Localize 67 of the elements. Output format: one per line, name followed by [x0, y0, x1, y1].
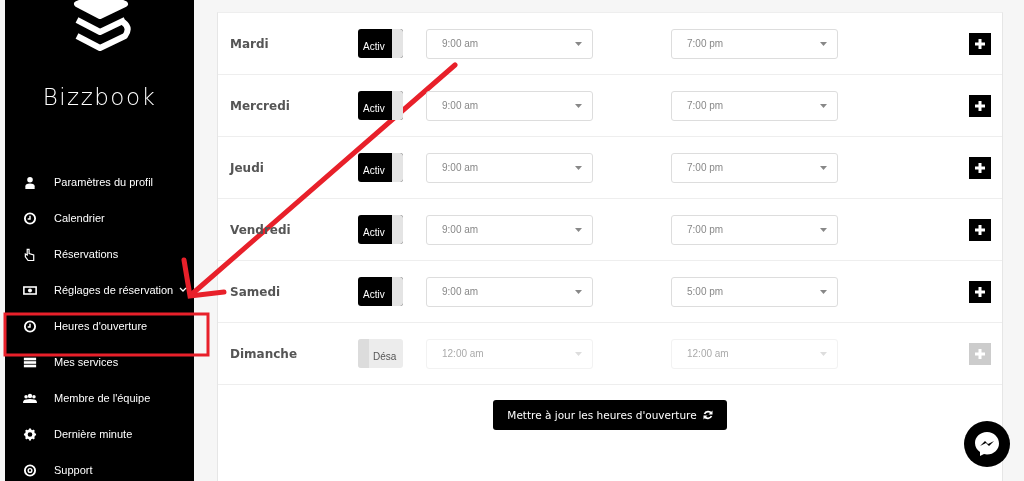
- chat-bubble-icon: [972, 429, 1002, 459]
- lifebuoy-icon: [23, 463, 37, 477]
- day-toggle[interactable]: Activ: [358, 153, 403, 182]
- person-icon: [23, 175, 37, 189]
- plus-icon: [975, 100, 985, 111]
- refresh-icon: [702, 410, 713, 420]
- caret-down-icon: [575, 41, 582, 46]
- day-toggle[interactable]: Activ: [358, 215, 403, 244]
- sidebar-item[interactable]: Mes services: [5, 344, 194, 380]
- opening-time-dropdown[interactable]: 9:00 am: [426, 28, 593, 59]
- pointing-hand-icon: [23, 247, 37, 261]
- add-button[interactable]: [969, 32, 991, 55]
- day-label: Mercredi: [230, 98, 291, 113]
- closing-time-dropdown[interactable]: 7:00 pm: [671, 28, 838, 59]
- banknote-icon: [23, 283, 37, 297]
- opening-time-dropdown[interactable]: 9:00 am: [426, 214, 593, 245]
- caret-down-icon: [575, 103, 582, 108]
- sidebar-item[interactable]: Dernière minute: [5, 416, 194, 452]
- clock-icon: [23, 319, 37, 333]
- sidebar-item[interactable]: Calendrier: [5, 200, 194, 236]
- add-button[interactable]: [969, 280, 991, 303]
- caret-down-icon: [820, 351, 827, 356]
- caret-down-icon: [820, 289, 827, 294]
- sidebar-item[interactable]: Réglages de réservation: [5, 272, 194, 308]
- day-toggle[interactable]: Activ: [358, 277, 403, 306]
- clock-icon: [23, 211, 37, 225]
- day-label: Jeudi: [230, 160, 265, 175]
- caret-down-icon: [820, 103, 827, 108]
- plus-icon: [975, 162, 985, 173]
- closing-time-dropdown[interactable]: 7:00 pm: [671, 152, 838, 183]
- caret-down-icon: [575, 351, 582, 356]
- sidebar-item[interactable]: Réservations: [5, 236, 194, 272]
- closing-time-dropdown[interactable]: 7:00 pm: [671, 90, 838, 121]
- day-toggle[interactable]: Activ: [358, 29, 403, 58]
- group-icon: [23, 391, 37, 405]
- caret-down-icon: [575, 289, 582, 294]
- day-toggle[interactable]: Activ: [358, 91, 403, 120]
- add-button[interactable]: [969, 94, 991, 117]
- sidebar-item[interactable]: Support: [5, 452, 194, 481]
- day-label: Mardi: [230, 36, 270, 51]
- day-label: Dimanche: [230, 346, 298, 361]
- plus-icon: [975, 38, 985, 49]
- sidebar-item[interactable]: Paramètres du profil: [5, 164, 194, 200]
- list-icon: [23, 355, 37, 369]
- opening-time-dropdown[interactable]: 9:00 am: [426, 276, 593, 307]
- caret-down-icon: [820, 165, 827, 170]
- add-button[interactable]: [969, 156, 991, 179]
- plus-icon: [975, 348, 985, 359]
- caret-down-icon: [820, 227, 827, 232]
- gear-icon: [23, 427, 37, 441]
- add-button[interactable]: [969, 218, 991, 241]
- caret-down-icon: [820, 41, 827, 46]
- chevron-down-icon: [179, 287, 188, 293]
- brand-name: Bizzbook: [42, 84, 157, 110]
- plus-icon: [975, 224, 985, 235]
- opening-time-dropdown[interactable]: 9:00 am: [426, 152, 593, 183]
- closing-time-dropdown[interactable]: 7:00 pm: [671, 214, 838, 245]
- day-label: Samedi: [230, 284, 282, 299]
- opening-time-dropdown[interactable]: 9:00 am: [426, 90, 593, 121]
- day-toggle[interactable]: Désa: [358, 339, 403, 368]
- plus-icon: [975, 286, 985, 297]
- sidebar-item[interactable]: Membre de l'équipe: [5, 380, 194, 416]
- caret-down-icon: [575, 165, 582, 170]
- sidebar-item[interactable]: Heures d'ouverture: [5, 308, 194, 344]
- closing-time-dropdown[interactable]: 5:00 pm: [671, 276, 838, 307]
- caret-down-icon: [575, 227, 582, 232]
- update-hours-button[interactable]: Mettre à jour les heures d'ouverture: [493, 400, 727, 430]
